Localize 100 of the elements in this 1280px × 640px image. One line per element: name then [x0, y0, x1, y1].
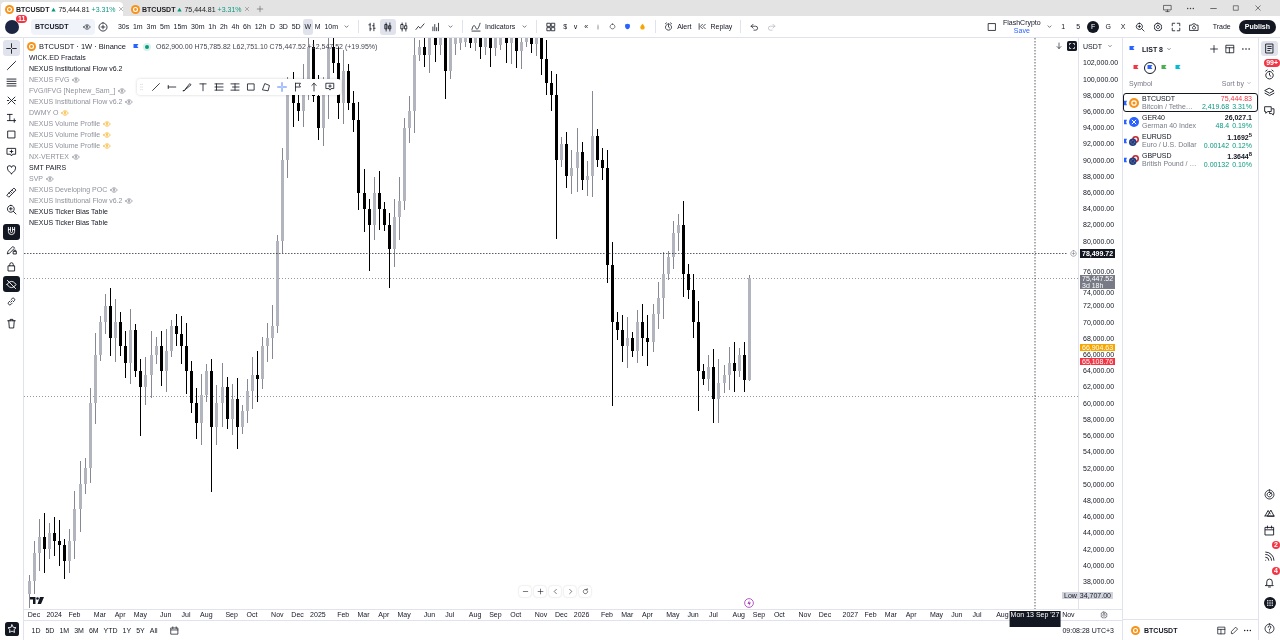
candlestick	[540, 38, 543, 76]
lock-icon	[6, 261, 17, 273]
drawing-tool-button[interactable]	[3, 223, 20, 240]
flag-icon	[1124, 137, 1127, 144]
zoom-in-button[interactable]	[534, 586, 546, 597]
lightning-icon[interactable]	[744, 598, 754, 608]
chart-type-button[interactable]	[379, 18, 396, 35]
avatar[interactable]	[5, 19, 19, 34]
candlestick	[150, 330, 153, 399]
side-panel-button[interactable]	[1261, 41, 1278, 56]
candlestick	[363, 168, 366, 233]
maximize-icon[interactable]	[1232, 4, 1240, 12]
candlestick	[479, 38, 482, 60]
side-panel-button[interactable]	[1261, 103, 1278, 118]
trend-line-icon	[6, 59, 17, 71]
layout-icon[interactable]	[1217, 625, 1226, 635]
caret-icon	[1166, 46, 1172, 52]
caret-icon[interactable]	[446, 23, 454, 30]
candlestick	[165, 328, 168, 393]
side-panel-button[interactable]	[1261, 487, 1278, 502]
layout-icon[interactable]	[1225, 44, 1235, 54]
monitor-icon[interactable]	[1163, 3, 1172, 13]
candlestick	[297, 93, 300, 122]
layout-grid-icon[interactable]	[546, 21, 557, 32]
drawing-tool-button[interactable]	[3, 276, 20, 293]
candlestick	[738, 347, 741, 378]
candlestick	[352, 90, 355, 133]
candlestick	[114, 298, 117, 363]
watchlist-icon	[1264, 43, 1275, 54]
zoom-out-button[interactable]	[519, 586, 531, 597]
candlestick	[175, 313, 178, 347]
candlestick	[398, 176, 401, 241]
candlestick	[657, 281, 660, 330]
alarm-clock-icon	[664, 22, 674, 31]
caret-icon[interactable]	[1045, 23, 1053, 30]
heart-icon	[6, 164, 17, 176]
currency-pair-icon	[1129, 135, 1139, 146]
candlestick	[728, 346, 731, 391]
zoom-in-icon[interactable]	[1134, 21, 1145, 32]
line-chart-icon	[414, 21, 425, 32]
undo-icon[interactable]	[750, 22, 760, 31]
logo-icon[interactable]	[30, 597, 44, 604]
candlestick	[733, 341, 736, 393]
arrow-down-icon[interactable]	[1055, 42, 1063, 50]
candlestick	[717, 358, 720, 424]
callout-icon	[324, 82, 335, 92]
reset-icon	[581, 588, 589, 595]
rectangle-icon	[6, 129, 17, 141]
reset-button[interactable]	[579, 586, 591, 597]
flag-icon	[1128, 45, 1136, 53]
plus-icon[interactable]	[1209, 44, 1219, 54]
candlestick	[246, 378, 249, 424]
caret-icon	[1107, 43, 1114, 49]
callout-icon	[6, 146, 17, 158]
eye-off-icon	[6, 278, 17, 290]
help-icon[interactable]	[1264, 623, 1275, 634]
coin-icon	[1131, 625, 1140, 635]
shield-icon[interactable]	[624, 23, 632, 30]
measure-icon	[6, 112, 17, 124]
candlestick	[215, 384, 218, 446]
minus-icon	[521, 588, 529, 595]
candlestick	[535, 38, 538, 57]
chat-icon	[1264, 105, 1275, 116]
edit-icon[interactable]	[1230, 625, 1239, 635]
eye-icon[interactable]	[83, 22, 91, 31]
candlestick	[368, 198, 371, 272]
fullscreen-icon[interactable]	[1170, 21, 1181, 32]
candlestick	[621, 314, 624, 363]
candlestick	[241, 404, 244, 435]
candlestick	[641, 303, 644, 357]
candlestick	[195, 387, 198, 440]
ring-icon[interactable]	[609, 23, 617, 30]
candlestick	[84, 457, 87, 495]
candlestick	[53, 516, 56, 557]
gauge-icon	[1264, 489, 1275, 500]
caret-icon[interactable]	[342, 23, 350, 30]
zoom-in-icon	[6, 204, 17, 215]
flag-icon[interactable]	[131, 42, 140, 51]
candlestick	[687, 263, 690, 300]
caret-icon[interactable]	[521, 23, 529, 30]
layers-icon	[1264, 87, 1275, 98]
brush-icon	[182, 82, 193, 92]
candlestick	[378, 170, 381, 231]
calendar-icon[interactable]	[170, 626, 179, 635]
camera-icon[interactable]	[1188, 21, 1199, 32]
auto-scale-icon[interactable]	[1067, 41, 1077, 51]
drawing-tool-button[interactable]	[3, 40, 20, 56]
flag-icon	[1124, 156, 1127, 163]
polygon-icon	[261, 82, 272, 92]
coin-icon	[27, 42, 36, 51]
candlestick	[723, 364, 726, 394]
apps-icon[interactable]	[1263, 597, 1276, 609]
alarm-clock-icon	[1264, 69, 1275, 80]
close-icon[interactable]	[1254, 4, 1262, 12]
star-icon[interactable]	[4, 622, 19, 636]
plus-icon	[536, 588, 544, 595]
drawing-tool-button[interactable]	[211, 80, 227, 94]
settings-icon[interactable]	[1152, 21, 1163, 32]
candlestick	[494, 38, 497, 57]
frame-icon[interactable]	[986, 21, 997, 32]
